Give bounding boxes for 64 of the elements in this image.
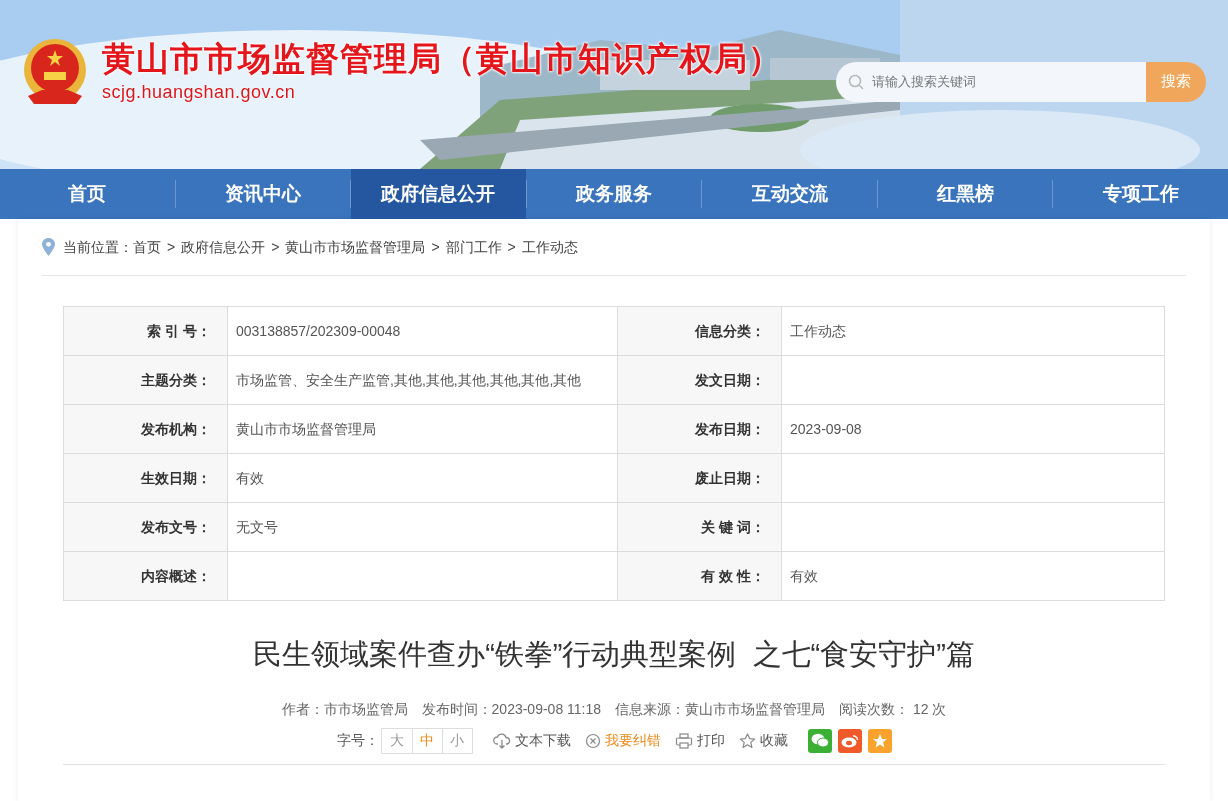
printer-icon bbox=[674, 732, 693, 749]
field-label: 有 效 性： bbox=[617, 551, 782, 601]
field-value: 有效 bbox=[227, 453, 618, 503]
action-link[interactable]: 打印 bbox=[696, 730, 725, 751]
nav-tab[interactable]: 政府信息公开 bbox=[351, 169, 526, 219]
field-label: 关 键 词： bbox=[617, 502, 782, 552]
star-icon bbox=[738, 732, 756, 749]
field-value: 有效 bbox=[781, 551, 1165, 601]
chat-bubbles-icon bbox=[810, 733, 829, 748]
field-value: 003138857/202309-00048 bbox=[227, 306, 618, 356]
nav-tab[interactable]: 政务服务 bbox=[526, 169, 702, 219]
location-pin-icon bbox=[42, 238, 55, 256]
action-link[interactable]: 我要纠错 bbox=[604, 730, 661, 751]
nav-tab[interactable]: 红黑榜 bbox=[877, 169, 1053, 219]
breadcrumb-link[interactable]: 工作动态 bbox=[521, 236, 578, 258]
meta-text: 作者：市市场监管局 bbox=[281, 699, 408, 719]
wechat-share-button[interactable] bbox=[807, 728, 832, 753]
site-domain: scjg.huangshan.gov.cn bbox=[102, 81, 297, 104]
breadcrumb-separator: > bbox=[167, 237, 176, 257]
field-label: 信息分类： bbox=[617, 306, 782, 356]
field-label: 发文日期： bbox=[617, 355, 782, 405]
breadcrumb-link[interactable]: 首页 bbox=[133, 236, 161, 258]
breadcrumb-link[interactable]: 黄山市市场监督管理局 bbox=[285, 236, 426, 258]
field-label: 生效日期： bbox=[63, 453, 228, 503]
field-label: 索 引 号： bbox=[63, 306, 228, 356]
weibo-share-button[interactable] bbox=[837, 728, 862, 753]
close-circle-icon bbox=[584, 732, 601, 749]
field-value: 黄山市市场监督管理局 bbox=[227, 404, 618, 454]
eye-shape-icon bbox=[840, 733, 859, 748]
font-size-option[interactable]: 中 bbox=[411, 728, 442, 753]
field-value: 无文号 bbox=[227, 502, 618, 552]
meta-text: 信息来源：黄山市市场监督管理局 bbox=[615, 699, 826, 719]
nav-tab[interactable]: 首页 bbox=[0, 169, 175, 219]
cloud-download-icon bbox=[492, 732, 511, 749]
field-label: 主题分类： bbox=[63, 355, 228, 405]
breadcrumb-link[interactable]: 部门工作 bbox=[445, 236, 502, 258]
nav-tab[interactable]: 互动交流 bbox=[702, 169, 877, 219]
field-label: 发布日期： bbox=[617, 404, 782, 454]
qzone-share-button[interactable] bbox=[867, 728, 892, 753]
field-label: 废止日期： bbox=[617, 453, 782, 503]
breadcrumb-separator: > bbox=[507, 237, 516, 257]
breadcrumb-separator: > bbox=[431, 237, 440, 257]
font-size-option[interactable]: 大 bbox=[381, 728, 412, 753]
nav-tab[interactable]: 专项工作 bbox=[1053, 169, 1228, 219]
action-link[interactable]: 文本下载 bbox=[514, 730, 571, 751]
field-value: 市场监管、安全生产监管,其他,其他,其他,其他,其他,其他 bbox=[227, 355, 618, 405]
article-title: 民生领域案件查办“铁拳”行动典型案例 之七“食安守护”篇 bbox=[252, 637, 976, 672]
search-icon bbox=[848, 73, 864, 90]
site-title: 黄山市市场监督管理局（黄山市知识产权局） bbox=[102, 39, 782, 79]
star-icon bbox=[871, 732, 888, 749]
nav-tab[interactable]: 资讯中心 bbox=[175, 169, 351, 219]
field-label: 发布机构： bbox=[63, 404, 228, 454]
field-label: 内容概述： bbox=[63, 551, 228, 601]
breadcrumb-link[interactable]: 政府信息公开 bbox=[181, 236, 266, 258]
font-size-label: 字号： bbox=[336, 731, 379, 750]
action-link[interactable]: 收藏 bbox=[759, 730, 788, 751]
field-value: 工作动态 bbox=[781, 306, 1165, 356]
meta-text: 阅读次数： 12 次 bbox=[839, 699, 947, 719]
font-size-option[interactable]: 小 bbox=[441, 728, 472, 753]
field-value: 2023-09-08 bbox=[781, 404, 1165, 454]
meta-text: 发布时间：2023-09-08 11:18 bbox=[421, 699, 602, 719]
breadcrumb-label: 当前位置： bbox=[63, 237, 133, 257]
breadcrumb-separator: > bbox=[271, 237, 280, 257]
field-label: 发布文号： bbox=[63, 502, 228, 552]
